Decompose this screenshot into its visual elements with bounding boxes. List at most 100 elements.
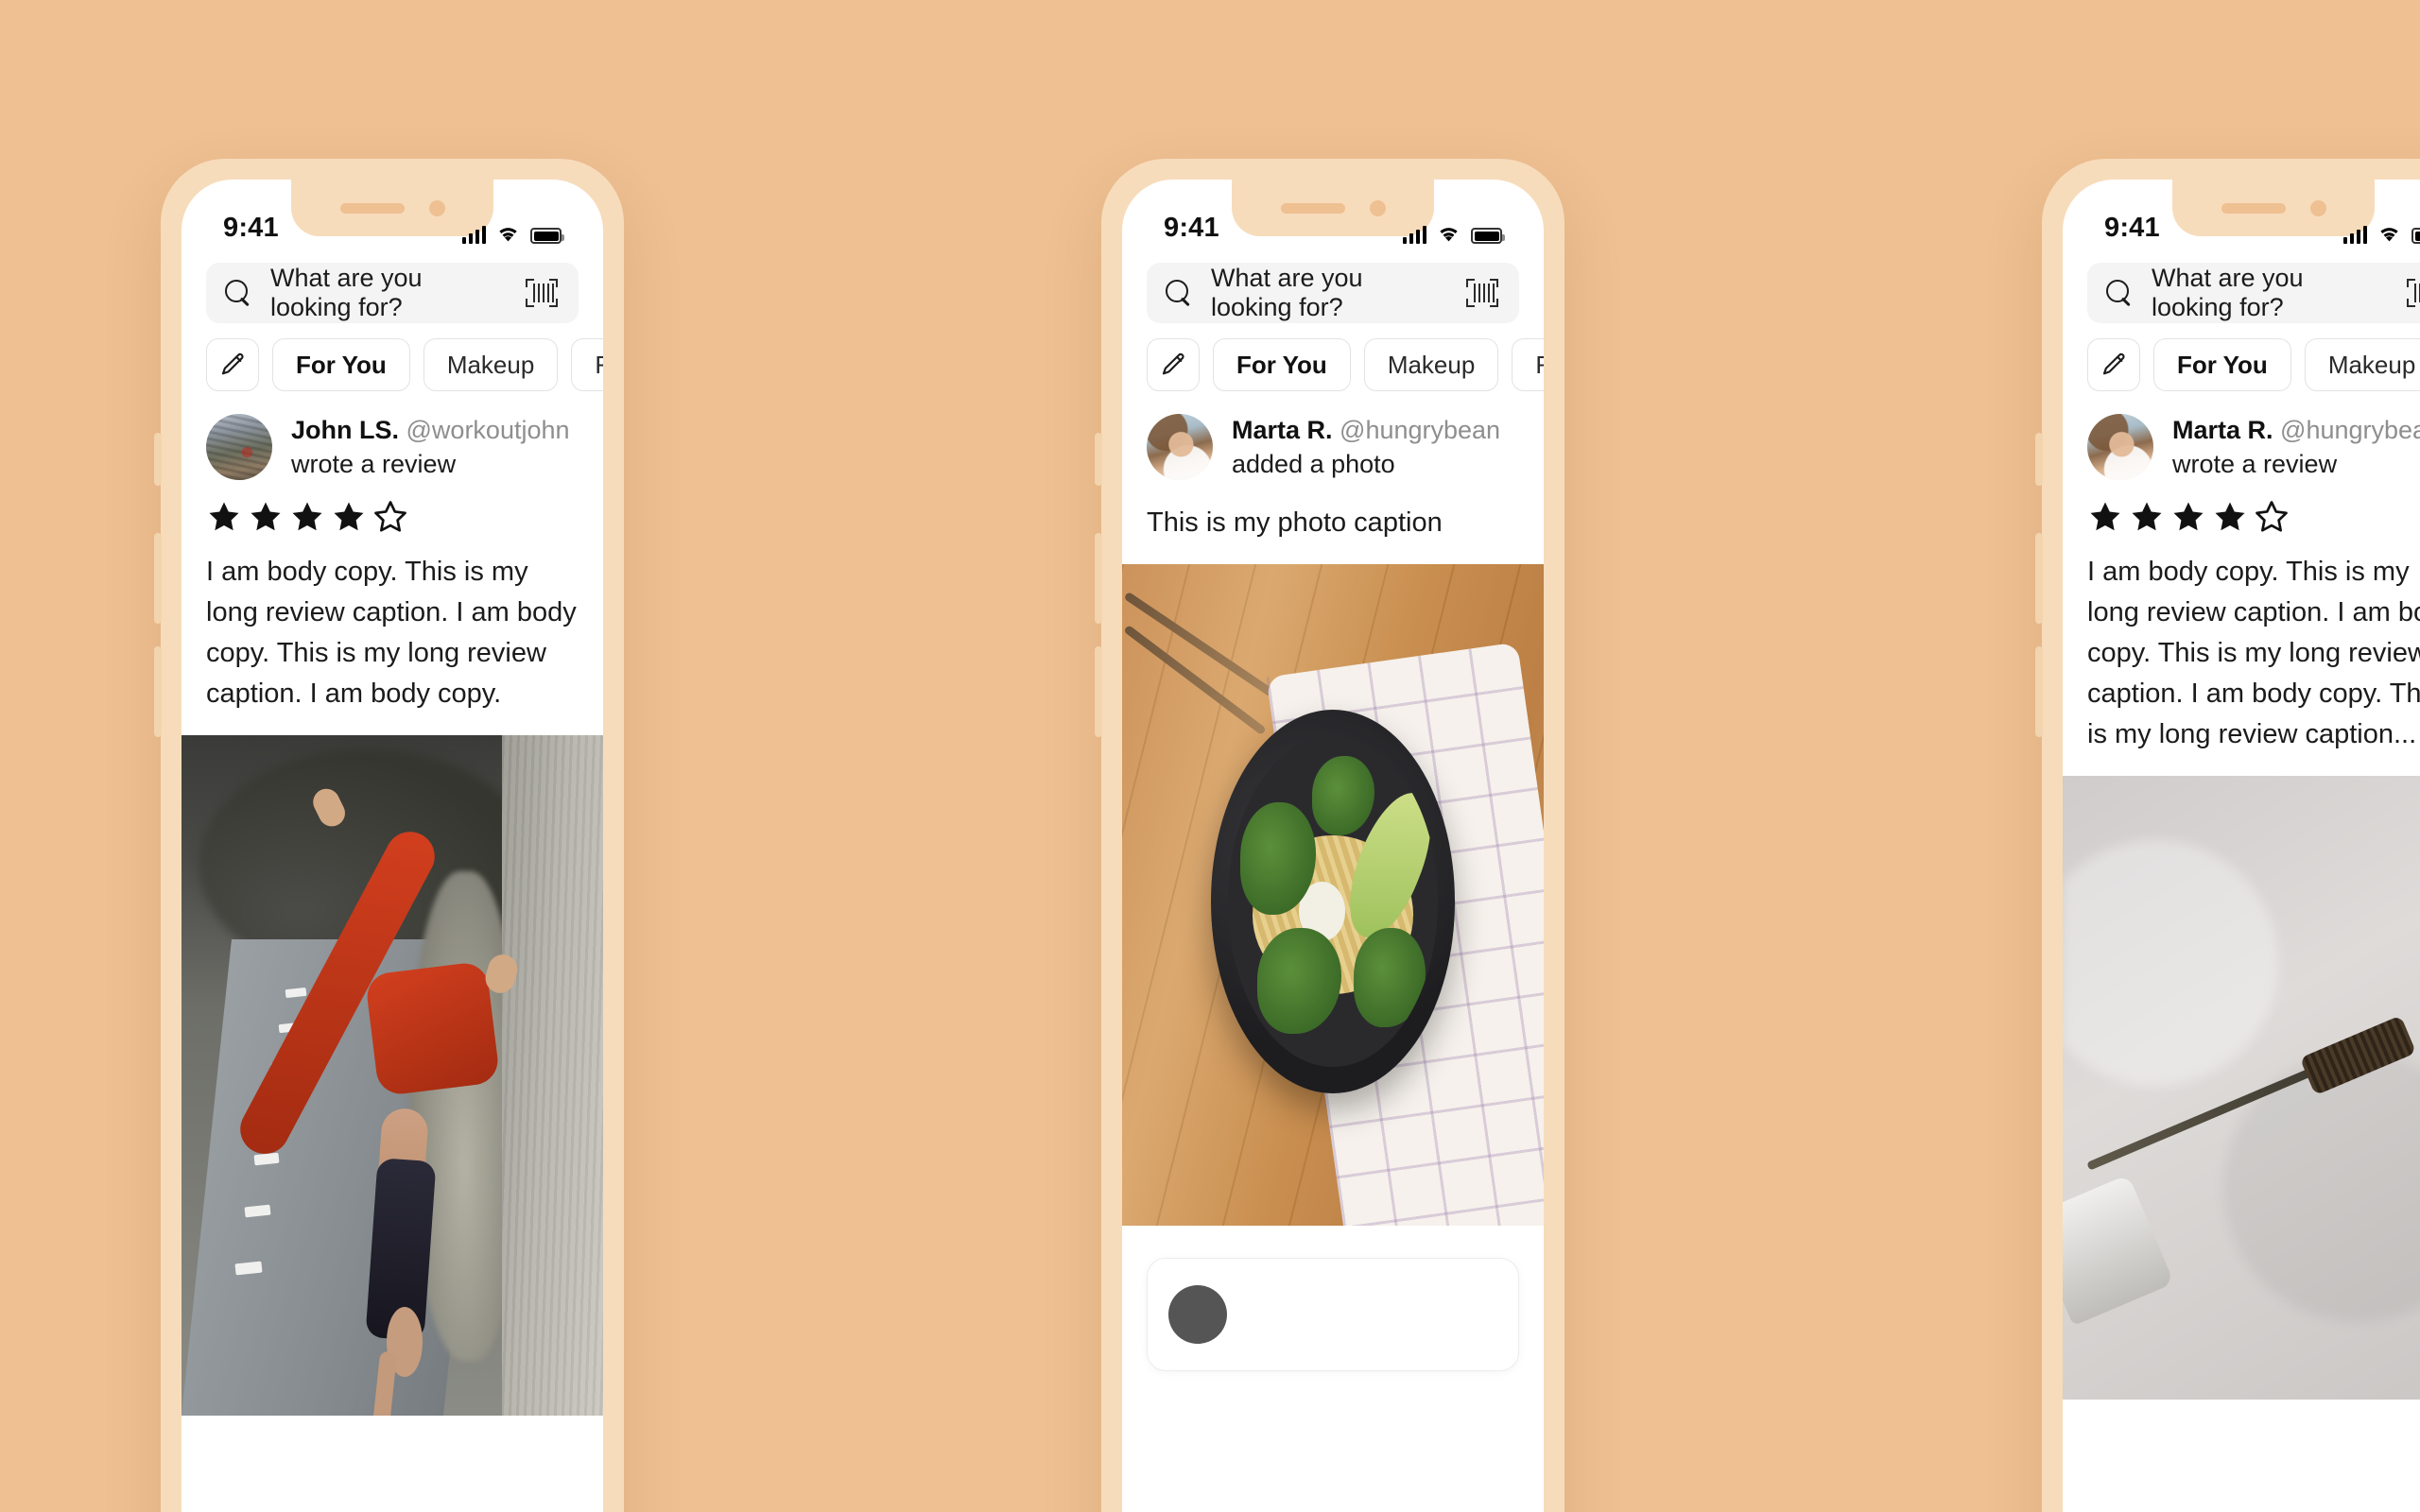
avatar — [1168, 1284, 1227, 1344]
star-filled-icon — [2215, 502, 2245, 531]
status-indicators — [2342, 225, 2420, 244]
tab-food[interactable]: Food — [1512, 338, 1544, 391]
status-indicators — [1402, 225, 1505, 244]
author-name: John LS. — [291, 415, 399, 444]
phone-3-search-area: What are you looking for? — [2063, 251, 2420, 323]
search-input[interactable]: What are you looking for? — [270, 264, 507, 322]
star-outline-icon — [374, 501, 406, 532]
tab-makeup[interactable]: Makeup — [2304, 338, 2420, 391]
barcode-scan-icon[interactable] — [1466, 279, 1498, 307]
tab-for-you[interactable]: For You — [1213, 338, 1351, 391]
edit-categories-button[interactable] — [2087, 338, 2140, 391]
phone-2-side-button-mute — [1095, 433, 1102, 486]
author-handle: @hungrybean — [1340, 415, 1501, 444]
status-indicators — [461, 225, 564, 244]
search-icon — [1166, 280, 1192, 306]
post-photo[interactable] — [1122, 563, 1544, 1226]
review-body: I am body copy. This is my long review c… — [2087, 557, 2420, 749]
battery-icon — [1471, 228, 1505, 244]
cellular-signal-icon — [461, 225, 486, 244]
barcode-scan-icon[interactable] — [526, 279, 558, 307]
star-filled-icon — [292, 502, 322, 531]
post-header[interactable]: Marta R. @hungrybean added a photo — [1122, 406, 1544, 493]
star-outline-icon — [2256, 501, 2288, 532]
phone-1-side-button-mute — [154, 433, 162, 486]
phone-2-screen: 9:41 What are you looking for? For You M… — [1122, 180, 1544, 1512]
tab-for-you[interactable]: For You — [2153, 338, 2291, 391]
phone-2-post: Marta R. @hungrybean added a photo This … — [1122, 406, 1544, 1371]
author-handle: @hungrybean — [2280, 415, 2420, 444]
phone-3-screen: 9:41 What are you looking for? For You M… — [2063, 180, 2420, 1512]
phone-mockup-2: 9:41 What are you looking for? For You M… — [1095, 159, 1564, 1512]
phone-3-side-button-volume-down — [2035, 646, 2043, 737]
phone-mockup-3: 9:41 What are you looking for? For You M… — [2035, 159, 2420, 1512]
search-bar[interactable]: What are you looking for? — [2087, 263, 2420, 323]
star-filled-icon — [251, 502, 281, 531]
star-rating — [182, 493, 603, 544]
phone-1-side-button-volume-up — [154, 533, 162, 624]
barcode-scan-icon[interactable] — [2407, 279, 2420, 307]
phone-1-side-button-volume-down — [154, 646, 162, 737]
search-input[interactable]: What are you looking for? — [1211, 264, 1447, 322]
phone-1-post: John LS. @workoutjohn wrote a review I a… — [182, 406, 603, 1416]
star-filled-icon — [334, 502, 364, 531]
wifi-icon — [496, 226, 520, 244]
phone-3-side-button-mute — [2035, 433, 2043, 486]
star-filled-icon — [2090, 502, 2120, 531]
post-header[interactable]: Marta R. @hungrybean wrote a review — [2063, 406, 2420, 493]
search-icon — [2106, 280, 2133, 306]
review-body: I am body copy. This is my long review c… — [206, 557, 577, 709]
post-action: wrote a review — [2172, 450, 2338, 479]
battery-icon — [530, 228, 564, 244]
star-filled-icon — [2132, 502, 2162, 531]
post-header[interactable]: John LS. @workoutjohn wrote a review — [182, 406, 603, 493]
phone-1-screen: 9:41 What are you looking for? For You M… — [182, 180, 603, 1512]
edit-categories-button[interactable] — [206, 338, 259, 391]
avatar[interactable] — [206, 414, 272, 480]
status-time: 9:41 — [1164, 213, 1219, 243]
author-line: Marta R. @hungrybean — [2172, 415, 2420, 447]
wifi-icon — [2377, 226, 2401, 244]
pencil-edit-icon — [1159, 351, 1187, 379]
tab-makeup[interactable]: Makeup — [1363, 338, 1499, 391]
author-handle: @workoutjohn — [406, 415, 570, 444]
edit-categories-button[interactable] — [1147, 338, 1200, 391]
phone-3-side-button-volume-up — [2035, 533, 2043, 624]
mockup-stage: 9:41 What are you looking for? For You M… — [0, 0, 2420, 1512]
status-time: 9:41 — [223, 213, 279, 243]
author-line: Marta R. @hungrybean — [1232, 415, 1500, 447]
star-rating — [2063, 493, 2420, 544]
author-name: Marta R. — [2172, 415, 2273, 444]
tab-makeup[interactable]: Makeup — [423, 338, 559, 391]
phone-3-status-bar: 9:41 — [2063, 180, 2420, 251]
photo-caption: This is my photo caption — [1147, 507, 1443, 538]
cellular-signal-icon — [1402, 225, 1426, 244]
avatar[interactable] — [1147, 414, 1213, 480]
phone-2-search-area: What are you looking for? — [1122, 251, 1544, 323]
phone-2-side-button-volume-down — [1095, 646, 1102, 737]
post-action: added a photo — [1232, 450, 1395, 479]
pencil-edit-icon — [2100, 351, 2128, 379]
avatar[interactable] — [2087, 414, 2153, 480]
phone-mockup-1: 9:41 What are you looking for? For You M… — [154, 159, 624, 1512]
post-photo[interactable] — [182, 734, 603, 1416]
post-photo[interactable] — [2063, 775, 2420, 1400]
phone-2-category-chips: For You Makeup Food Travel — [1122, 323, 1544, 406]
search-icon — [225, 280, 251, 306]
star-filled-icon — [209, 502, 239, 531]
battery-icon — [2411, 228, 2420, 244]
wifi-icon — [1437, 226, 1461, 244]
search-bar[interactable]: What are you looking for? — [1147, 263, 1519, 323]
tab-for-you[interactable]: For You — [272, 338, 410, 391]
author-name: Marta R. — [1232, 415, 1333, 444]
search-bar[interactable]: What are you looking for? — [206, 263, 579, 323]
star-filled-icon — [2173, 502, 2204, 531]
search-input[interactable]: What are you looking for? — [2152, 264, 2388, 322]
next-post-card[interactable] — [1147, 1257, 1519, 1371]
phone-1-status-bar: 9:41 — [182, 180, 603, 251]
phone-2-side-button-volume-up — [1095, 533, 1102, 624]
tab-food[interactable]: Food — [571, 338, 603, 391]
post-action: wrote a review — [291, 450, 457, 479]
pencil-edit-icon — [218, 351, 247, 379]
cellular-signal-icon — [2342, 225, 2367, 244]
